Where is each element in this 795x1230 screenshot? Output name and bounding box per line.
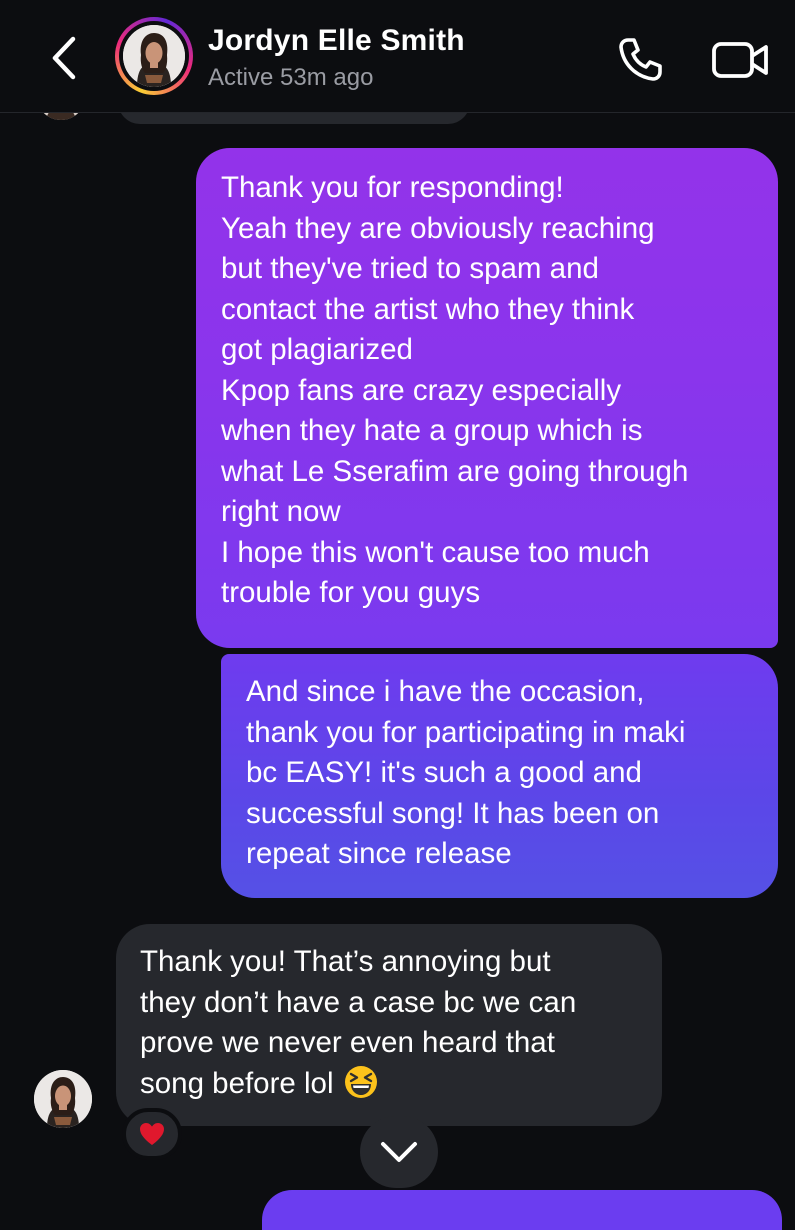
sent-message-bubble[interactable]: Thank you for responding! Yeah they are …: [196, 148, 778, 648]
message-line: prove we never even heard that: [140, 1026, 555, 1059]
red-heart-icon: [140, 1123, 164, 1145]
message-line: Thank you! That’s annoying but: [140, 945, 551, 978]
message-line: Kpop fans are crazy especially: [221, 373, 622, 407]
message-line: when they hate a group which is: [221, 414, 643, 447]
chevron-down-icon: [381, 1142, 417, 1162]
message-line: trouble for you guys: [221, 576, 481, 609]
sender-avatar[interactable]: [34, 1070, 92, 1128]
message-line: I hope this won't cause too much: [221, 535, 650, 569]
call-button[interactable]: [612, 32, 668, 88]
message-line: but they've tried to spam and: [221, 252, 599, 285]
message-line: thank you for participating in maki: [246, 715, 686, 749]
chat-header: Jordyn Elle Smith Active 53m ago: [0, 0, 795, 113]
message-line: right now: [221, 495, 341, 528]
video-call-button[interactable]: [708, 32, 772, 88]
video-camera-icon: [712, 42, 768, 78]
message-line: And since i have the occasion,: [246, 675, 645, 708]
back-button[interactable]: [40, 34, 88, 82]
message-line: contact the artist who they think: [221, 292, 635, 326]
message-line: successful song! It has been on: [246, 796, 660, 830]
message-line-text: song before lol: [140, 1066, 334, 1100]
message-line: they don’t have a case bc we can: [140, 985, 577, 1019]
message-line: bc EASY! it's such a good and: [246, 756, 642, 789]
next-sent-message-bubble: [262, 1190, 782, 1230]
contact-name[interactable]: Jordyn Elle Smith: [208, 24, 465, 58]
message-line: song before lol: [140, 1064, 642, 1105]
grinning-squinting-face-icon: [344, 1065, 377, 1098]
contact-avatar-story-ring[interactable]: [115, 17, 193, 95]
message-line: Yeah they are obviously reaching: [221, 211, 655, 245]
message-line: Thank you for responding!: [221, 171, 564, 204]
phone-icon: [619, 38, 662, 81]
received-message-bubble[interactable]: Thank you! That’s annoying but they don’…: [116, 924, 662, 1126]
message-line: repeat since release: [246, 837, 512, 870]
sent-message-bubble[interactable]: And since i have the occasion, thank you…: [221, 654, 778, 898]
message-line: what Le Sserafim are going through: [221, 454, 689, 488]
scroll-to-bottom-button[interactable]: [360, 1116, 438, 1188]
contact-status: Active 53m ago: [208, 64, 374, 91]
chevron-left-icon: [52, 36, 76, 80]
message-reaction[interactable]: [122, 1108, 182, 1160]
contact-avatar: [123, 25, 185, 87]
message-line: got plagiarized: [221, 333, 413, 366]
